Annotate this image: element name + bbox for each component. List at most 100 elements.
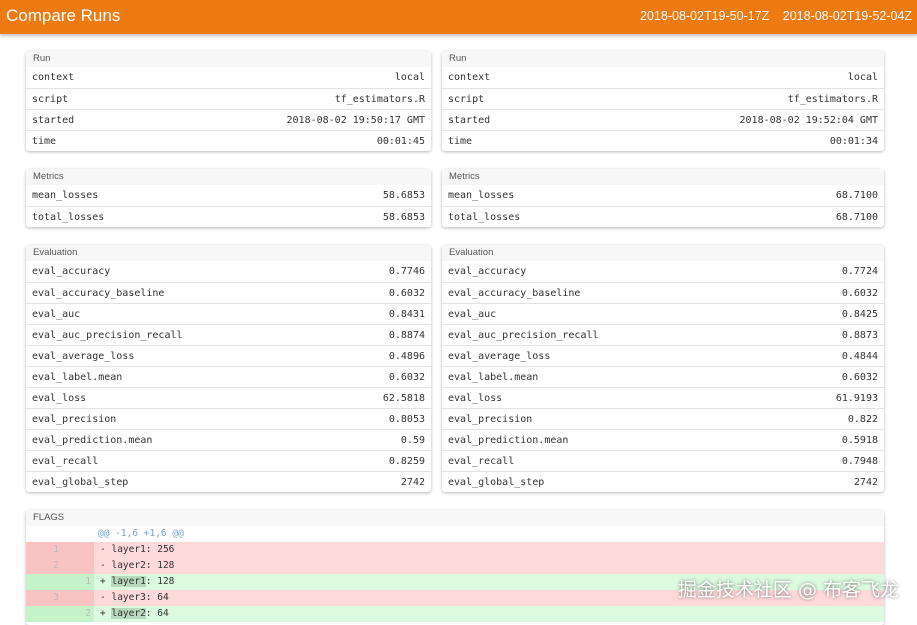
row-value: 0.6032	[841, 287, 878, 299]
row-value: 2018-08-02 19:50:17 GMT	[286, 114, 425, 126]
diff-text: : 64	[145, 608, 169, 619]
row-value: 61.9193	[835, 392, 878, 404]
row-value: 00:01:45	[376, 135, 425, 147]
row-key: eval_loss	[448, 392, 503, 404]
new-line-number	[62, 542, 94, 558]
table-row: eval_accuracy_baseline 0.6032	[26, 282, 431, 303]
row-value: 68.7100	[835, 190, 878, 201]
row-key: eval_prediction.mean	[32, 434, 153, 446]
flags-panel: FLAGS @@ -1,6 +1,6 @@ 1- layer1: 256 2- l…	[26, 510, 884, 625]
page-title: Compare Runs	[6, 6, 121, 25]
row-value: 0.7724	[841, 266, 878, 277]
table-row: eval_label.mean 0.6032	[26, 366, 431, 387]
new-line-number	[62, 590, 94, 606]
row-value: 2742	[853, 476, 878, 488]
run-panel-right: Run context local script tf_estimators.R sta…	[442, 51, 884, 151]
table-row: eval_accuracy 0.7746	[26, 261, 431, 282]
table-row: eval_precision 0.822	[442, 408, 884, 429]
row-value: 0.6032	[388, 287, 425, 299]
panel-rows: context local script tf_estimators.R started…	[442, 67, 884, 151]
row-key: script	[32, 93, 69, 105]
run-b-id[interactable]: 2018-08-02T19-52-04Z	[783, 9, 912, 23]
panel-title: Run	[442, 51, 884, 67]
row-value: 0.8431	[388, 308, 425, 320]
table-row: eval_accuracy 0.7724	[442, 261, 884, 282]
row-key: time	[32, 135, 57, 147]
table-row: eval_auc 0.8425	[442, 303, 884, 324]
row-key: eval_auc	[448, 308, 497, 320]
table-row: eval_global_step 2742	[442, 471, 884, 492]
diff-text: : 128	[145, 576, 175, 587]
panel-title: Evaluation	[442, 245, 884, 261]
row-value: 0.8425	[841, 308, 878, 320]
row-value: 0.4896	[388, 350, 425, 362]
evaluation-panel-left: Evaluation eval_accuracy 0.7746 eval_accur…	[26, 245, 431, 492]
row-value: 0.8874	[388, 329, 425, 341]
run-a-id[interactable]: 2018-08-02T19-50-17Z	[640, 9, 769, 23]
run-panel-left: Run context local script tf_estimators.R sta…	[26, 51, 431, 151]
table-row: eval_prediction.mean 0.5918	[442, 429, 884, 450]
table-row: eval_average_loss 0.4844	[442, 345, 884, 366]
row-key: eval_auc_precision_recall	[32, 329, 183, 341]
table-row: eval_recall 0.7948	[442, 450, 884, 471]
row-key: eval_label.mean	[32, 371, 123, 383]
row-key: eval_average_loss	[448, 350, 551, 362]
row-key: eval_global_step	[32, 476, 129, 488]
diff-sign: -	[100, 544, 106, 555]
table-row: eval_recall 0.8259	[26, 450, 431, 471]
row-value: 0.822	[847, 413, 878, 425]
row-key: eval_precision	[32, 413, 117, 425]
diff-code: - layer2: 128	[94, 558, 174, 574]
row-key: eval_average_loss	[32, 350, 135, 362]
row-value: 0.5918	[841, 434, 878, 446]
row-value: 0.7746	[388, 266, 425, 277]
row-value: local	[847, 72, 878, 83]
table-row: mean_losses 68.7100	[442, 185, 884, 206]
table-row: total_losses 68.7100	[442, 206, 884, 227]
row-value: 00:01:34	[829, 135, 878, 147]
row-value: 62.5818	[382, 392, 425, 404]
row-value: 0.8053	[388, 413, 425, 425]
old-line-number	[26, 574, 62, 590]
row-value: 68.7100	[835, 211, 878, 223]
row-value: 0.59	[400, 434, 425, 446]
row-key: eval_global_step	[448, 476, 545, 488]
table-row: eval_prediction.mean 0.59	[26, 429, 431, 450]
row-key: eval_accuracy_baseline	[32, 287, 165, 299]
diff-sign: +	[100, 576, 106, 587]
table-row: eval_accuracy_baseline 0.6032	[442, 282, 884, 303]
panel-rows: mean_losses 58.6853 total_losses 58.6853	[26, 185, 431, 227]
row-key: script	[448, 93, 485, 105]
panel-rows: eval_accuracy 0.7724 eval_accuracy_baselin…	[442, 261, 884, 492]
row-key: eval_precision	[448, 413, 533, 425]
diff-code: + layer1: 128	[94, 574, 174, 590]
row-value: 0.8873	[841, 329, 878, 341]
table-row: eval_loss 61.9193	[442, 387, 884, 408]
row-key: eval_loss	[32, 392, 87, 404]
diff-code: - layer1: 256	[94, 542, 174, 558]
row-key: total_losses	[32, 211, 105, 223]
diff-hunk-header: @@ -1,6 +1,6 @@	[26, 526, 884, 542]
panel-rows: context local script tf_estimators.R started…	[26, 67, 431, 151]
row-value: 2018-08-02 19:52:04 GMT	[739, 114, 878, 126]
row-value: 58.6853	[382, 190, 425, 201]
table-row: script tf_estimators.R	[26, 88, 431, 109]
row-key: mean_losses	[32, 190, 99, 201]
row-key: context	[448, 72, 491, 83]
row-value: 0.6032	[388, 371, 425, 383]
diff-code: - layer3: 64	[94, 590, 169, 606]
row-key: eval_accuracy	[32, 266, 111, 277]
row-value: 0.8259	[388, 455, 425, 467]
row-value: 2742	[400, 476, 425, 488]
diff-text: layer2: 128	[111, 560, 175, 571]
table-row: context local	[442, 67, 884, 88]
panel-title: Metrics	[26, 169, 431, 185]
diff-line-removed: 1 - layer1: 256	[26, 542, 884, 558]
new-line-number: 1	[62, 574, 94, 590]
row-key: context	[32, 72, 75, 83]
table-row: total_losses 58.6853	[26, 206, 431, 227]
metrics-panel-left: Metrics mean_losses 58.6853 total_losses 58…	[26, 169, 431, 227]
row-value: local	[394, 72, 425, 83]
row-value: 0.7948	[841, 455, 878, 467]
top-bar: Compare Runs 2018-08-02T19-50-17Z 2018-0…	[0, 0, 917, 34]
